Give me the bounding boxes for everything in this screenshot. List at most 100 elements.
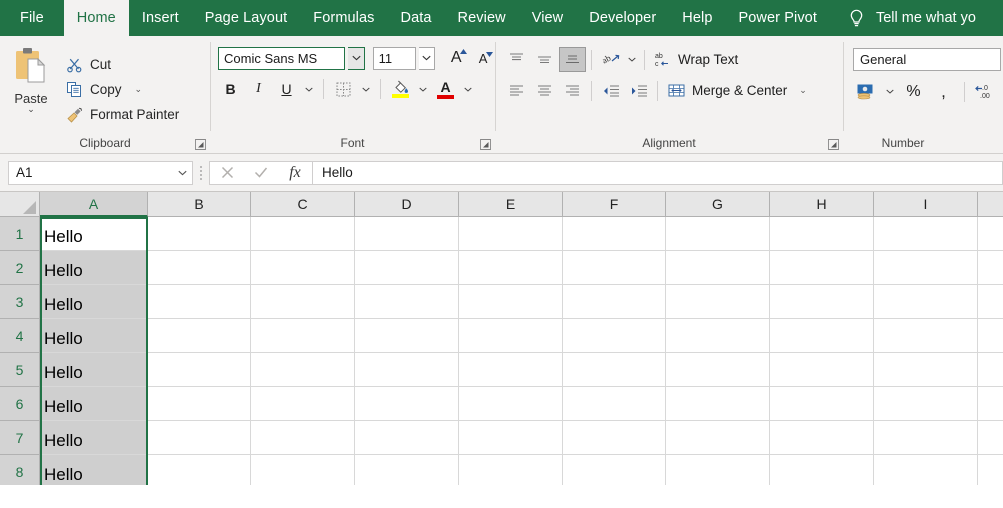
alignment-dialog-launcher-icon[interactable] — [828, 139, 839, 150]
font-dialog-launcher-icon[interactable] — [480, 139, 491, 150]
copy-button[interactable]: Copy ⌄ — [62, 78, 184, 101]
copy-caret-icon[interactable]: ⌄ — [135, 84, 143, 95]
font-size-input[interactable]: 11 — [372, 46, 416, 70]
grid-cell-F8[interactable] — [563, 455, 666, 485]
cancel-button[interactable] — [210, 162, 244, 184]
row-header-1[interactable]: 1 — [0, 217, 40, 251]
underline-dropdown-button[interactable] — [302, 77, 316, 101]
grid-cell-F7[interactable] — [563, 421, 666, 455]
row-header-4[interactable]: 4 — [0, 319, 40, 353]
number-format-select[interactable]: General — [853, 48, 1001, 71]
column-header-I[interactable]: I — [874, 192, 978, 217]
grid-cell-D7[interactable] — [355, 421, 459, 455]
grid-cell-X6[interactable] — [978, 387, 1003, 421]
grid-cell-B2[interactable] — [148, 251, 251, 285]
merge-center-caret-icon[interactable]: ⌄ — [799, 85, 807, 96]
fill-color-button[interactable] — [388, 77, 413, 101]
ribbon-tab-formulas[interactable]: Formulas — [300, 0, 387, 36]
font-name-dropdown-button[interactable] — [348, 46, 365, 70]
row-header-5[interactable]: 5 — [0, 353, 40, 387]
grid-cell-B5[interactable] — [148, 353, 251, 387]
grid-cell-X7[interactable] — [978, 421, 1003, 455]
decrease-indent-button[interactable] — [597, 78, 624, 103]
grid-cell-D1[interactable] — [355, 217, 459, 251]
grid-cell-X1[interactable] — [978, 217, 1003, 251]
grid-cell-B7[interactable] — [148, 421, 251, 455]
grid-cell-I4[interactable] — [874, 319, 978, 353]
grid-cell-B4[interactable] — [148, 319, 251, 353]
grid-cell-I5[interactable] — [874, 353, 978, 387]
grid-cell-C8[interactable] — [251, 455, 355, 485]
orientation-dropdown-button[interactable] — [625, 48, 639, 72]
name-box[interactable]: A1 — [8, 160, 193, 185]
ribbon-tab-home[interactable]: Home — [63, 0, 129, 36]
font-color-button[interactable]: A — [433, 77, 458, 101]
row-header-2[interactable]: 2 — [0, 251, 40, 285]
align-center-button[interactable] — [531, 78, 558, 103]
grid-cell-H1[interactable] — [770, 217, 874, 251]
grid-cell-X4[interactable] — [978, 319, 1003, 353]
select-all-button[interactable] — [0, 192, 40, 217]
grid-cell-I2[interactable] — [874, 251, 978, 285]
align-top-button[interactable] — [503, 47, 530, 72]
grid-cell-G6[interactable] — [666, 387, 770, 421]
grid-cell-C3[interactable] — [251, 285, 355, 319]
grid-cell-D4[interactable] — [355, 319, 459, 353]
grid-cell-F5[interactable] — [563, 353, 666, 387]
cut-button[interactable]: Cut — [62, 53, 184, 76]
grid-cell-I1[interactable] — [874, 217, 978, 251]
paste-button[interactable]: Paste ⌄ — [0, 40, 62, 134]
chevron-down-icon[interactable] — [178, 170, 187, 176]
grid-cell-F6[interactable] — [563, 387, 666, 421]
grid-cell-X8[interactable] — [978, 455, 1003, 485]
formula-bar-resize-grip[interactable] — [193, 163, 209, 183]
percent-style-button[interactable]: % — [900, 79, 927, 104]
font-name-input[interactable]: Comic Sans MS — [218, 46, 346, 70]
grid-cell-C1[interactable] — [251, 217, 355, 251]
column-header-D[interactable]: D — [355, 192, 459, 217]
font-color-dropdown-button[interactable] — [461, 77, 475, 101]
grid-cell-B6[interactable] — [148, 387, 251, 421]
align-middle-button[interactable] — [531, 47, 558, 72]
column-header-F[interactable]: F — [563, 192, 666, 217]
comma-style-button[interactable]: , — [930, 79, 957, 104]
grid-cell-D5[interactable] — [355, 353, 459, 387]
borders-dropdown-button[interactable] — [359, 77, 373, 101]
grid-cell-A5[interactable]: Hello — [40, 353, 148, 387]
grid-cell-E4[interactable] — [459, 319, 563, 353]
grid-cell-B8[interactable] — [148, 455, 251, 485]
ribbon-tab-help[interactable]: Help — [669, 0, 725, 36]
underline-button[interactable]: U — [274, 77, 299, 101]
ribbon-tab-insert[interactable]: Insert — [129, 0, 192, 36]
ribbon-tab-view[interactable]: View — [519, 0, 577, 36]
grid-cell-F2[interactable] — [563, 251, 666, 285]
align-bottom-button[interactable] — [559, 47, 586, 72]
increase-indent-button[interactable] — [625, 78, 652, 103]
grid-cell-F4[interactable] — [563, 319, 666, 353]
grid-cell-C5[interactable] — [251, 353, 355, 387]
decrease-font-size-button[interactable]: A — [471, 46, 495, 70]
grid-cell-B3[interactable] — [148, 285, 251, 319]
orientation-button[interactable]: ab — [597, 47, 624, 72]
decrease-decimal-button[interactable]: .0 .00 — [972, 79, 999, 104]
ribbon-tab-review[interactable]: Review — [445, 0, 519, 36]
formula-input[interactable]: Hello — [312, 160, 1003, 185]
bold-button[interactable]: B — [218, 77, 243, 101]
insert-function-button[interactable]: fx — [278, 162, 312, 184]
fill-color-dropdown-button[interactable] — [416, 77, 430, 101]
grid-cell-C2[interactable] — [251, 251, 355, 285]
grid-cell-X3[interactable] — [978, 285, 1003, 319]
grid-cell-C4[interactable] — [251, 319, 355, 353]
grid-cell-H2[interactable] — [770, 251, 874, 285]
italic-button[interactable]: I — [246, 77, 271, 101]
format-painter-button[interactable]: Format Painter — [62, 103, 184, 126]
grid-cell-A4[interactable]: Hello — [40, 319, 148, 353]
grid-cell-G3[interactable] — [666, 285, 770, 319]
column-header-C[interactable]: C — [251, 192, 355, 217]
grid-cell-I6[interactable] — [874, 387, 978, 421]
grid-cell-G4[interactable] — [666, 319, 770, 353]
merge-and-center-button[interactable]: Merge & Center ⌄ — [663, 80, 811, 101]
grid-cell-A2[interactable]: Hello — [40, 251, 148, 285]
enter-button[interactable] — [244, 162, 278, 184]
tell-me-search[interactable]: Tell me what yo — [830, 0, 986, 36]
